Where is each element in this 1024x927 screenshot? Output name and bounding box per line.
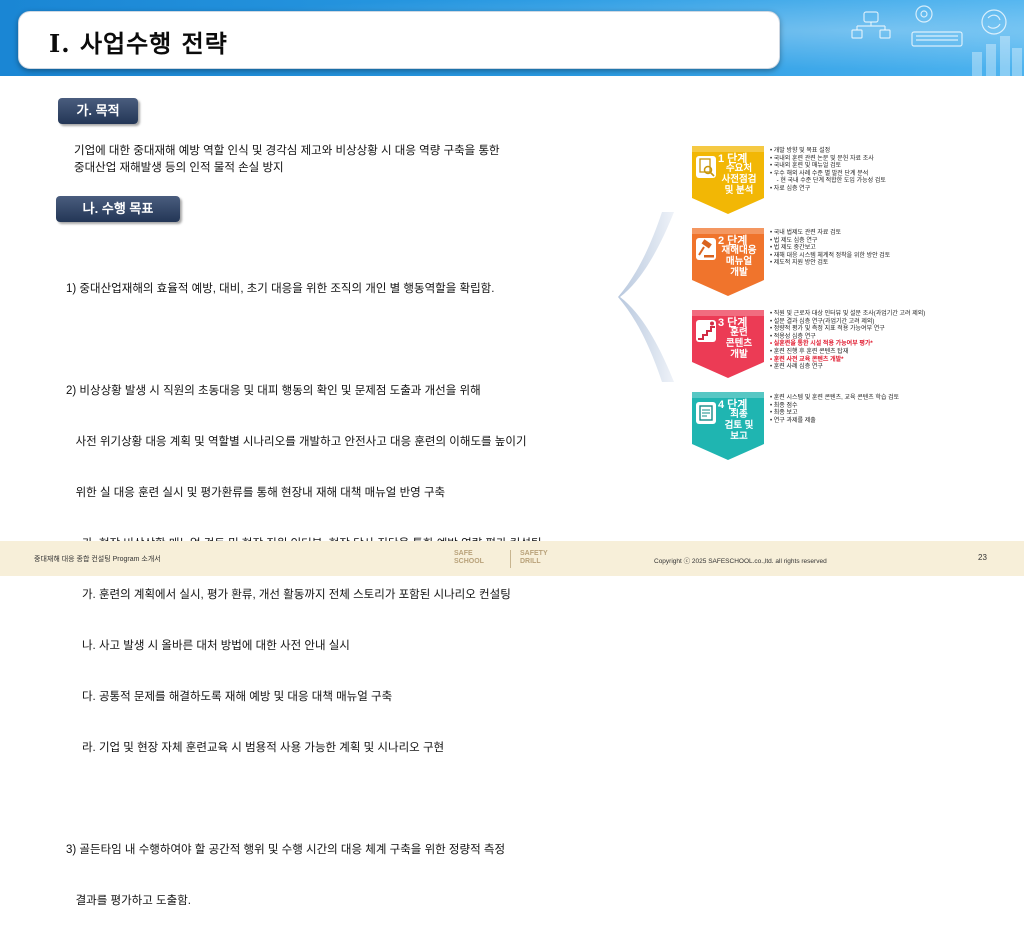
logo-text: DRILL (520, 558, 541, 565)
bullet-item: • 훈련 시스템 및 훈련 콘텐츠, 교육 콘텐츠 학습 검토 (770, 395, 900, 401)
stage-name: 재해대응 매뉴얼 개발 (714, 245, 764, 278)
bullet-item: • 자료 심층 연구 (770, 185, 811, 192)
bullet-item: • 국내 법제도 관련 자료 검토 (770, 230, 842, 236)
goal-line: 결과를 평가하고 도출함. (66, 895, 191, 907)
safe-school-logo: SAFE SCHOOL (454, 550, 484, 566)
purpose-line: 중대산업 재해발생 등의 인적 물적 손실 방지 (74, 162, 284, 174)
stage-name: 수요처 사전점검 및 분석 (714, 163, 764, 196)
section-label-goals: 나. 수행 목표 (56, 196, 180, 222)
logo-text: SAFE (454, 550, 473, 557)
footer-copyright: Copyright ⓒ 2025 SAFESCHOOL.co.,ltd. all… (654, 558, 827, 565)
safety-drill-logo: SAFETY DRILL (520, 550, 548, 566)
stage-3-badge: 3 단계 훈련 콘텐츠 개발 (690, 310, 766, 380)
stage-name-line: 매뉴얼 (725, 256, 753, 267)
bullet-item: • 연구 과제를 제출 (770, 417, 816, 424)
goal-line (66, 791, 542, 808)
section-label-purpose: 가. 목적 (58, 98, 138, 124)
stage-2-bullets: • 국내 법제도 관련 자료 검토 • 법 제도 심층 연구 • 법 제도 중간… (770, 230, 890, 268)
stage-name: 최종 검토 및 보고 (714, 409, 764, 442)
logo-divider (510, 550, 511, 568)
stage-name-line: 재해대응 (721, 245, 757, 256)
bullet-item: • 훈련 진행 후 훈련 콘텐츠 탑재 (770, 348, 849, 355)
footer-doc-title: 중대재해 대응 종합 컨설팅 Program 소개서 (34, 556, 161, 563)
bullet-item: • 개발 방향 및 목표 설정 (770, 148, 831, 154)
stage-name-line: 훈련 (730, 327, 748, 338)
stage-name-line: 및 분석 (724, 185, 754, 196)
stage-name-line: 검토 및 (724, 420, 754, 431)
bullet-item: • 훈련 사례 심층 연구 (770, 364, 823, 371)
stage-name-line: 개발 (730, 267, 748, 278)
bullet-item: • 직원 및 근로자 대상 인터뷰 및 설문 조사(과업기간 고려 제외) (770, 311, 926, 317)
bullet-item-highlight: • 실훈련을 통한 시설 적용 가능여부 평가* (770, 341, 873, 348)
bullet-item: • 최종 보고 (770, 410, 798, 417)
page-number: 23 (978, 553, 987, 562)
goal-line: 가. 훈련의 계획에서 실시, 평가 환류, 개선 활동까지 전체 스토리가 포… (66, 589, 511, 601)
stage-4-bullets: • 훈련 시스템 및 훈련 콘텐츠, 교육 콘텐츠 학습 검토 • 최종 점수 … (770, 395, 899, 425)
report-icon (696, 402, 716, 424)
goal-line: 다. 공통적 문제를 해결하도록 재해 예방 및 대응 대책 매뉴얼 구축 (66, 691, 393, 703)
bullet-item: • 제도적 지원 방안 검토 (770, 260, 829, 267)
stage-4-badge: 4 단계 최종 검토 및 보고 (690, 392, 766, 462)
stage-name-line: 개발 (730, 349, 748, 360)
bullet-item: • 법 제도 중간보고 (770, 245, 816, 252)
bullet-item: - 현 국내 수준 단계 적합한 도입 가능성 검토 (770, 178, 886, 185)
left-chevron-arrow-icon (618, 212, 674, 382)
goal-line: 라. 기업 및 현장 자체 훈련교육 시 범용적 사용 가능한 계획 및 시나리… (66, 742, 445, 754)
stage-2-badge: 2 단계 재해대응 매뉴얼 개발 (690, 228, 766, 298)
stage-1-bullets: • 개발 방향 및 목표 설정 • 국내외 훈련 관련 논문 및 문헌 자료 조… (770, 148, 886, 194)
gavel-icon (696, 238, 716, 260)
tech-decoration-icon (851, 5, 1022, 76)
purpose-line: 기업에 대한 중대재해 예방 역할 인식 및 경각심 제고와 비상상황 시 대응… (74, 145, 500, 157)
stage-name: 훈련 콘텐츠 개발 (714, 327, 764, 360)
goal-line: 위한 실 대응 훈련 실시 및 평가환류를 통해 현장내 재해 대책 매뉴얼 반… (66, 487, 446, 499)
stage-name-line: 사전점검 (721, 174, 757, 185)
stage-name-line: 수요처 (725, 163, 753, 174)
bullet-item: • 정량적 평가 및 측정 지표 적용 가능여부 연구 (770, 326, 885, 333)
goal-line: 2) 비상상황 발생 시 직원의 초동대응 및 대피 행동의 확인 및 문제점 … (66, 385, 481, 397)
title-box: Ⅰ. 사업수행 전략 (18, 11, 780, 69)
goal-line: 사전 위기상황 대응 계획 및 역할별 시나리오를 개발하고 안전사고 대응 훈… (66, 436, 527, 448)
stairs-icon (696, 320, 716, 342)
stage-3-bullets: • 직원 및 근로자 대상 인터뷰 및 설문 조사(과업기간 고려 제외) • … (770, 311, 925, 372)
page-title: Ⅰ. 사업수행 전략 (49, 29, 228, 58)
stage-1-badge: 1 단계 수요처 사전점검 및 분석 (690, 146, 766, 216)
goal-line (66, 332, 542, 349)
footer: 중대재해 대응 종합 컨설팅 Program 소개서 SAFE SCHOOL S… (0, 541, 1024, 576)
stage-name-line: 보고 (730, 431, 748, 442)
purpose-text: 기업에 대한 중대재해 예방 역할 인식 및 경각심 제고와 비상상황 시 대응… (74, 143, 500, 177)
stage-name-line: 최종 (730, 409, 748, 420)
logo-text: SAFETY (520, 550, 548, 557)
goals-text: 1) 중대산업재해의 효율적 예방, 대비, 초기 대응을 위한 조직의 개인 … (66, 247, 542, 927)
magnifier-document-icon (696, 156, 716, 178)
goal-line: 1) 중대산업재해의 효율적 예방, 대비, 초기 대응을 위한 조직의 개인 … (66, 283, 495, 295)
goal-line: 3) 골든타임 내 수행하여야 할 공간적 행위 및 수행 시간의 대응 체계 … (66, 844, 506, 856)
goal-line: 나. 사고 발생 시 올바른 대처 방법에 대한 사전 안내 실시 (66, 640, 350, 652)
bullet-item: • 국내외 훈련 및 매뉴얼 검토 (770, 163, 842, 170)
logo-text: SCHOOL (454, 558, 484, 565)
stage-name-line: 콘텐츠 (725, 338, 753, 349)
